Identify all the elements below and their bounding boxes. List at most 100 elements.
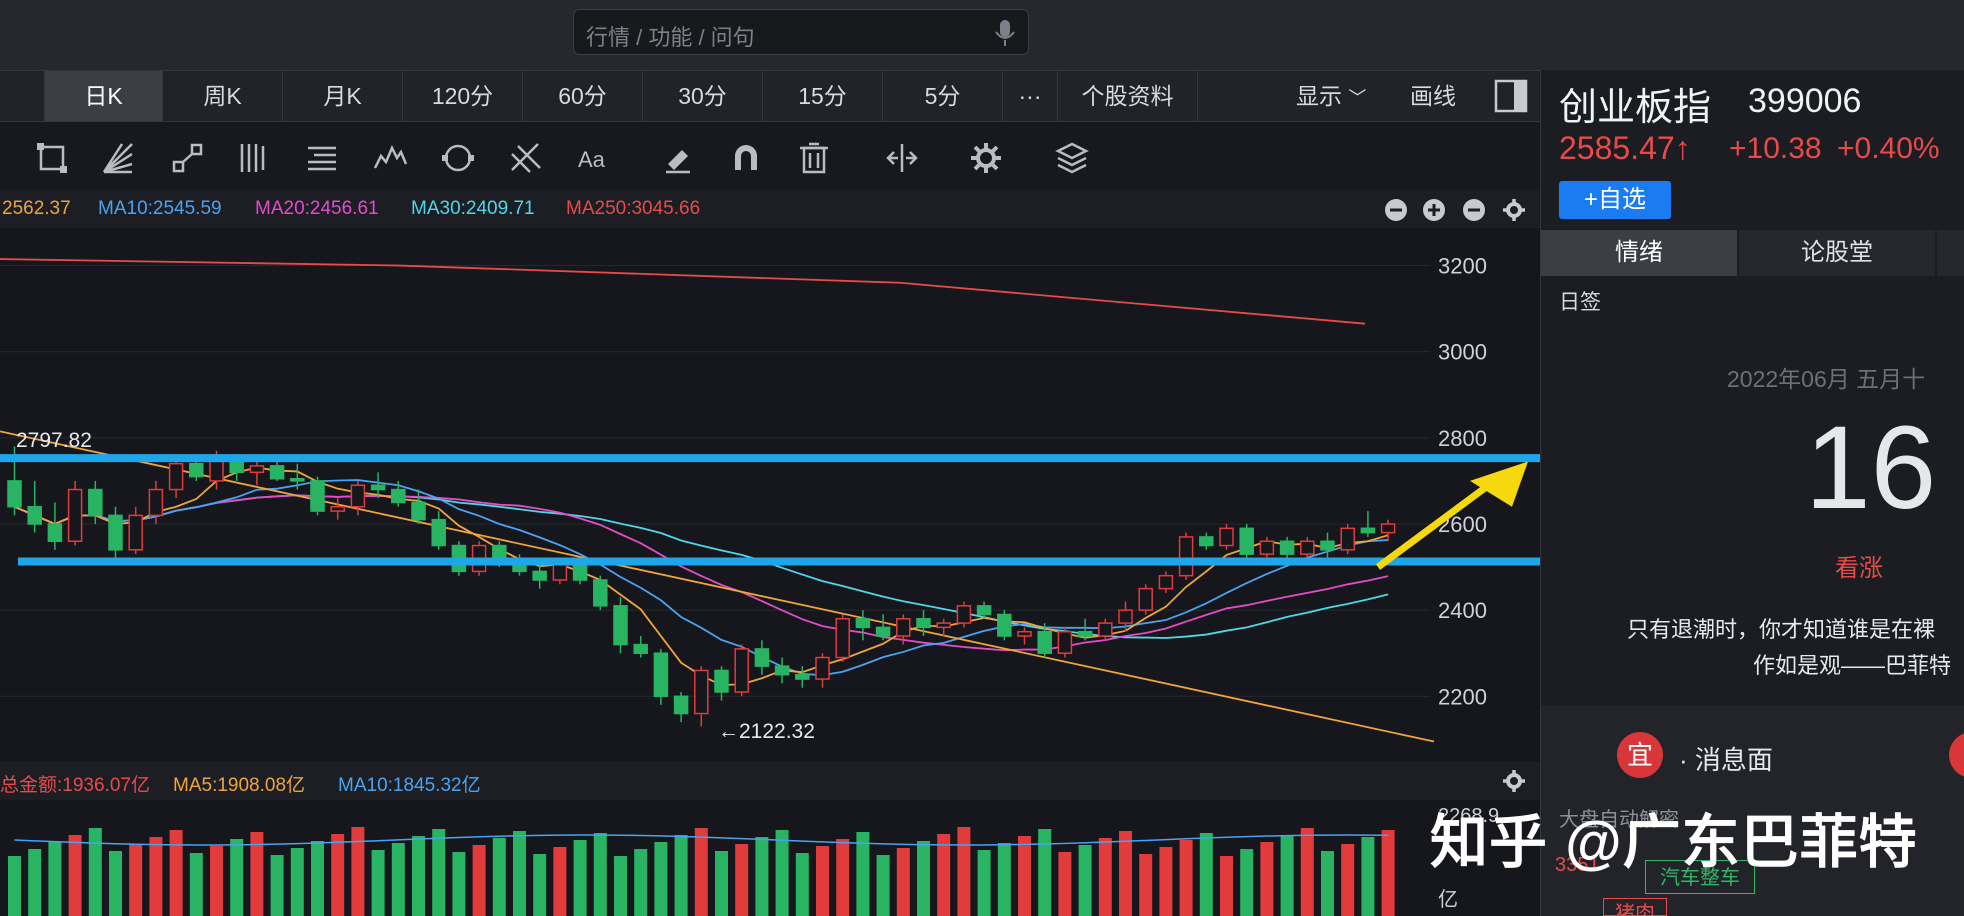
zoom-in-icon[interactable] <box>1422 198 1446 222</box>
tab-5min[interactable]: 5分 <box>883 71 1003 121</box>
candle-down <box>673 695 689 715</box>
ma10-value: MA10:2545.59 <box>98 198 222 219</box>
volume-bar <box>836 839 850 916</box>
candle-up <box>1300 540 1315 555</box>
stock-change: +10.38 <box>1729 132 1822 165</box>
tab-15min[interactable]: 15分 <box>763 71 883 121</box>
volume-chart[interactable]: 2268.9亿 <box>0 800 1540 916</box>
text-tool-icon[interactable]: Aa <box>576 140 612 176</box>
candle-up <box>330 506 345 512</box>
yi-badge: 宜 <box>1617 732 1663 778</box>
news-label[interactable]: · 消息面 <box>1679 740 1773 777</box>
volume-bar <box>189 853 203 916</box>
volume-bar <box>674 835 688 916</box>
volume-bar <box>614 856 627 916</box>
more-button[interactable]: ··· <box>1003 71 1058 121</box>
segment-tool-icon[interactable] <box>170 140 206 176</box>
top-bar: 行情 / 功能 / 问句 <box>0 0 1964 70</box>
calendar-day: 16 <box>1805 402 1937 534</box>
ma20-value: MA20:2456.61 <box>255 198 379 219</box>
candle-up <box>1340 527 1355 551</box>
candle-up <box>815 656 830 680</box>
search-input[interactable]: 行情 / 功能 / 问句 <box>573 9 1029 55</box>
y-axis-label: 3200 <box>1438 254 1487 279</box>
candle-down <box>653 652 669 698</box>
candle-down <box>7 480 22 508</box>
candle-up <box>896 618 911 637</box>
candle-down <box>593 579 608 607</box>
trend-arrow-head <box>1470 461 1528 507</box>
add-watchlist-button[interactable]: +自选 <box>1559 181 1671 219</box>
vertical-lines-tool-icon[interactable] <box>236 140 272 176</box>
display-dropdown[interactable]: 显示 ﹀ <box>1296 71 1366 121</box>
tab-month-k[interactable]: 月K <box>283 71 403 121</box>
fan-tool-icon[interactable] <box>100 140 136 176</box>
volume-bar <box>513 831 526 916</box>
ma30-value: MA30:2409.71 <box>411 198 535 219</box>
volume-bar <box>1321 851 1334 916</box>
zoom-out-icon[interactable] <box>1384 198 1408 222</box>
candle-down <box>795 674 810 680</box>
tab-sentiment[interactable]: 情绪 <box>1541 230 1737 276</box>
period-tab-bar: 日K 周K 月K 120分 60分 30分 15分 5分 ··· 个股资料 显示… <box>0 70 1540 122</box>
panel-toggle-icon[interactable] <box>1494 79 1528 113</box>
candle-down <box>1320 540 1335 551</box>
fibonacci-tool-icon[interactable] <box>508 140 544 176</box>
gear-icon[interactable] <box>968 140 1004 176</box>
sector-tag-2[interactable]: 猪肉 <box>1603 898 1667 916</box>
tab-day-k[interactable]: 日K <box>45 71 163 121</box>
microphone-icon[interactable] <box>994 18 1016 48</box>
y-axis-label: 2400 <box>1438 598 1487 623</box>
stock-price: 2585.47↑ <box>1559 130 1691 166</box>
volume-bar <box>593 833 607 916</box>
tab-60min[interactable]: 60分 <box>523 71 643 121</box>
magnet-tool-icon[interactable] <box>728 140 764 176</box>
tab-stock-profile[interactable]: 个股资料 <box>1058 71 1198 121</box>
volume-bar <box>997 843 1011 916</box>
volume-ma5: MA5:1908.08亿 <box>173 775 306 796</box>
tab-partial[interactable] <box>0 71 45 121</box>
candlestick-chart[interactable]: 3200300028002600240022002797.82←2122.32 <box>0 228 1540 768</box>
drawing-toolbar: Aa <box>0 122 1540 190</box>
candle-down <box>1037 630 1052 654</box>
candle-down <box>1199 536 1214 547</box>
tab-30min[interactable]: 30分 <box>643 71 763 121</box>
volume-bar <box>210 846 223 916</box>
circle-tool-icon[interactable] <box>440 140 476 176</box>
stock-pct: +0.40% <box>1837 132 1940 165</box>
split-tool-icon[interactable] <box>884 140 920 176</box>
candle-up <box>734 648 749 693</box>
volume-bar <box>1220 856 1233 916</box>
layers-icon[interactable] <box>1054 140 1090 176</box>
volume-settings-icon[interactable] <box>1502 769 1526 793</box>
candle-down <box>27 506 42 525</box>
rectangle-tool-icon[interactable] <box>34 140 70 176</box>
candle-down <box>916 618 931 629</box>
tab-week-k[interactable]: 周K <box>163 71 283 121</box>
tab-discussion[interactable]: 论股堂 <box>1739 230 1935 276</box>
display-label: 显示 <box>1296 83 1342 109</box>
candle-down <box>532 570 547 581</box>
horizontal-lines-tool-icon[interactable] <box>304 140 340 176</box>
candle-down <box>1239 527 1254 555</box>
chart-settings-icon[interactable] <box>1502 198 1526 222</box>
trash-icon[interactable] <box>796 140 832 176</box>
candle-up <box>1138 587 1153 611</box>
volume-bar <box>1179 840 1193 916</box>
volume-bar <box>1280 835 1294 916</box>
candle-down <box>370 484 386 491</box>
candle-up <box>1219 527 1234 547</box>
minimize-icon[interactable] <box>1462 198 1486 222</box>
volume-axis-unit: 亿 <box>1438 888 1458 911</box>
draw-line-button[interactable]: 画线 <box>1410 71 1456 121</box>
eraser-tool-icon[interactable] <box>660 140 696 176</box>
volume-bar <box>1139 854 1153 916</box>
tab-120min[interactable]: 120分 <box>403 71 523 121</box>
tab-overflow[interactable] <box>1937 230 1964 276</box>
wave-tool-icon[interactable] <box>372 140 408 176</box>
candle-down <box>1279 540 1295 555</box>
volume-bar <box>1361 837 1375 916</box>
volume-legend-bar: 总金额:1936.07亿 MA5:1908.08亿 MA10:1845.32亿 <box>0 762 1540 800</box>
candle-down <box>411 501 426 521</box>
candle-up <box>148 488 164 517</box>
